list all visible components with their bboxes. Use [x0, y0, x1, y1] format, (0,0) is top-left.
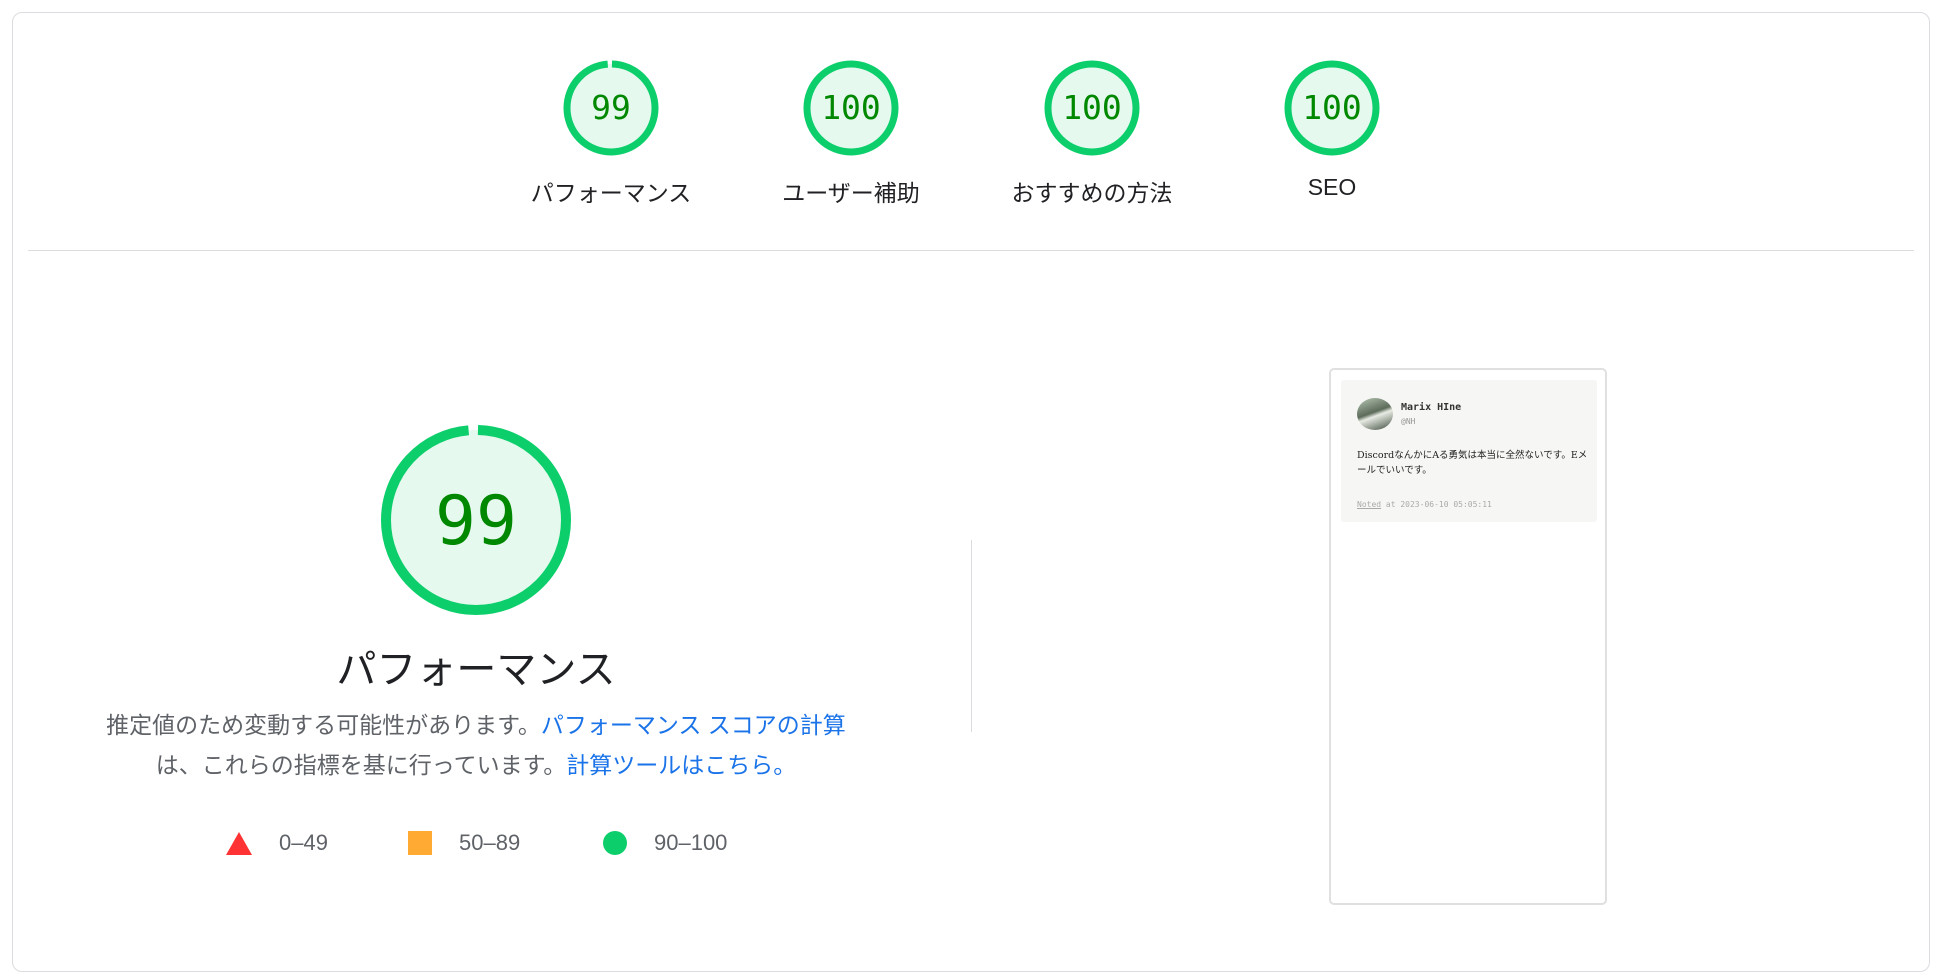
performance-title: パフォーマンス [336, 648, 616, 692]
gauge-label: おすすめの方法 [1011, 180, 1173, 206]
desc-text: 推定値のため変動する可能性があります。 [106, 712, 541, 738]
triangle-icon [226, 831, 252, 855]
gauge-score: 99 [591, 88, 631, 127]
score-calculation-link[interactable]: パフォーマンス スコアの計算 [541, 712, 846, 738]
note-timestamp: at 2023-06-10 05:05:11 [1381, 500, 1492, 509]
square-icon [408, 831, 432, 855]
gauge-performance[interactable]: 99 パフォーマンス [521, 58, 701, 208]
performance-score: 99 [435, 482, 517, 561]
gauge-ring-icon: 100 [803, 60, 899, 156]
gauge-best-practices[interactable]: 100 おすすめの方法 [1002, 58, 1182, 208]
gauge-score: 100 [1302, 88, 1362, 127]
noted-link: Noted [1357, 500, 1382, 509]
gauge-ring-icon: 99 [381, 425, 571, 615]
author-handle: @NH [1401, 417, 1416, 426]
author-name: Marix HIne [1401, 402, 1462, 413]
legend-item-fail: 0–49 [226, 826, 328, 860]
legend-item-average: 50–89 [408, 826, 520, 860]
section-divider [28, 250, 1914, 251]
legend-range: 90–100 [654, 830, 728, 855]
gauge-label: ユーザー補助 [782, 180, 920, 206]
gauge-ring-icon: 100 [1284, 60, 1380, 156]
performance-big-gauge: 99 [376, 420, 576, 620]
legend-range: 0–49 [279, 830, 328, 855]
gauge-accessibility[interactable]: 100 ユーザー補助 [761, 58, 941, 208]
gauge-label: SEO [1307, 174, 1357, 200]
vertical-divider [971, 540, 972, 732]
avatar [1357, 398, 1393, 430]
gauge-label: パフォーマンス [530, 180, 692, 206]
gauge-ring-icon: 99 [563, 60, 659, 156]
gauge-score: 100 [821, 88, 881, 127]
gauge-seo[interactable]: 100 SEO [1242, 58, 1422, 201]
note-meta: Noted at 2023-06-10 05:05:11 [1357, 500, 1492, 509]
final-screenshot: Marix HIne @NH DiscordなんかにAる勇気は本当に全然ないです… [1329, 368, 1607, 905]
legend-item-pass: 90–100 [603, 826, 727, 860]
performance-description: 推定値のため変動する可能性があります。パフォーマンス スコアの計算 は、これらの… [70, 705, 882, 785]
desc-text: は、これらの指標を基に行っています。 [155, 752, 567, 778]
score-legend: 0–49 50–89 90–100 [222, 826, 822, 860]
gauge-ring-icon: 100 [1044, 60, 1140, 156]
gauge-score: 100 [1062, 88, 1122, 127]
note-body: DiscordなんかにAる勇気は本当に全然ないです。Eメールでいいです。 [1357, 450, 1588, 476]
circle-icon [603, 831, 627, 855]
calculator-link[interactable]: 計算ツールはこちら。 [566, 752, 796, 778]
category-gauges: 99 パフォーマンス 100 ユーザー補助 100 おすすめの方法 100 SE… [0, 0, 1940, 250]
legend-range: 50–89 [459, 830, 521, 855]
note-card: Marix HIne @NH DiscordなんかにAる勇気は本当に全然ないです… [1341, 380, 1597, 522]
